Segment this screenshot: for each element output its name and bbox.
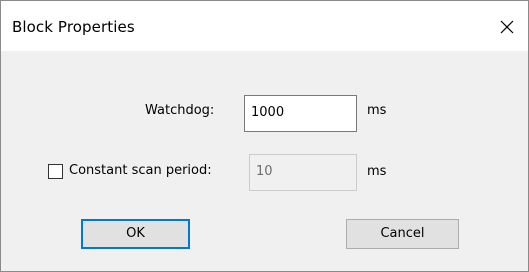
watchdog-label: Watchdog: <box>145 103 215 118</box>
cancel-button[interactable]: Cancel <box>346 219 459 249</box>
watchdog-unit: ms <box>367 103 387 118</box>
constant-scan-period-label[interactable]: Constant scan period: <box>69 163 212 179</box>
watchdog-input[interactable]: 1000 <box>244 95 357 132</box>
block-properties-dialog: Block Properties Watchdog: 1000 ms Const… <box>0 0 529 272</box>
scan-period-input[interactable]: 10 <box>249 154 357 191</box>
ok-button[interactable]: OK <box>81 219 190 249</box>
scan-period-unit: ms <box>367 164 387 179</box>
close-button[interactable] <box>488 10 528 44</box>
constant-scan-period-checkbox[interactable] <box>48 164 63 179</box>
dialog-title: Block Properties <box>12 18 135 36</box>
title-bar: Block Properties <box>1 1 528 51</box>
close-icon <box>500 20 514 34</box>
